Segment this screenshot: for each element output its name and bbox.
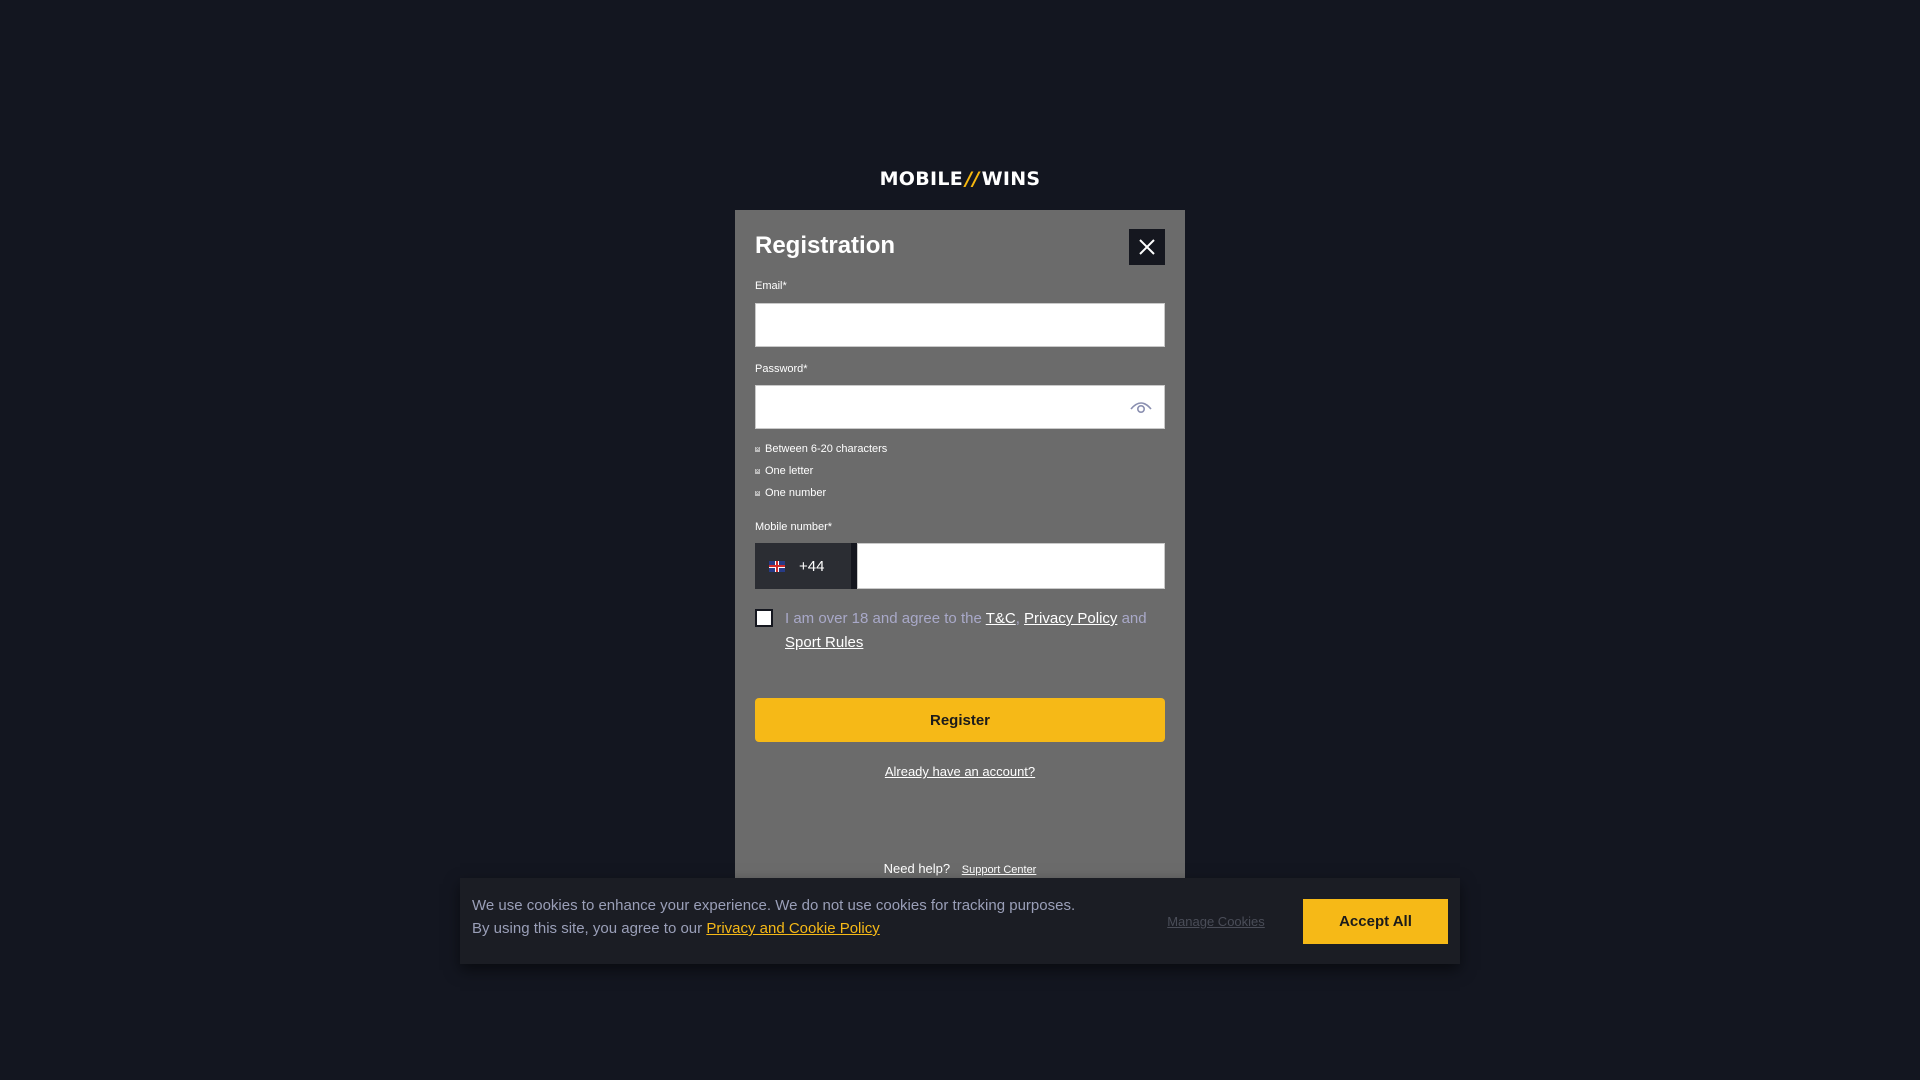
eye-icon	[1130, 402, 1152, 414]
country-code-selector[interactable]: +44	[755, 543, 857, 589]
login-link-row: Already have an account?	[735, 764, 1185, 779]
cookie-message: We use cookies to enhance your experienc…	[472, 897, 1076, 937]
cookie-banner: We use cookies to enhance your experienc…	[460, 878, 1460, 964]
tc-link[interactable]: T&C	[986, 610, 1016, 627]
password-rule: × One letter	[755, 465, 814, 477]
cookie-policy-link[interactable]: Privacy and Cookie Policy	[706, 920, 879, 937]
mobile-label: Mobile number*	[755, 521, 833, 533]
password-visibility-toggle[interactable]	[1128, 397, 1154, 417]
mobile-number-group: +44	[755, 543, 1165, 589]
close-icon	[1139, 239, 1155, 255]
accept-all-button[interactable]: Accept All	[1303, 899, 1448, 944]
password-label: Password*	[755, 363, 808, 375]
rule-bullet-icon: ×	[755, 467, 760, 475]
uk-flag-icon	[769, 560, 785, 572]
mobile-number-field[interactable]	[857, 543, 1165, 589]
password-rules: × Between 6-20 characters × One letter × On…	[755, 438, 887, 504]
rule-bullet-icon: ×	[755, 489, 760, 497]
email-field[interactable]	[755, 303, 1165, 347]
brand-logo: MOBILE//WINS	[0, 168, 1920, 190]
help-text: Need help?	[883, 861, 951, 876]
already-have-account-link[interactable]: Already have an account?	[885, 764, 1035, 779]
sport-rules-link[interactable]: Sport Rules	[785, 634, 863, 651]
dial-code: +44	[799, 557, 825, 575]
register-button[interactable]: Register	[755, 698, 1165, 742]
terms-checkbox[interactable]	[755, 609, 773, 627]
help-row: Need help? Support Center	[735, 861, 1185, 876]
terms-agreement: I am over 18 and agree to the T&C, Priva…	[755, 607, 1165, 655]
privacy-policy-link[interactable]: Privacy Policy	[1024, 610, 1117, 627]
password-rule: × One number	[755, 487, 827, 499]
support-center-link[interactable]: Support Center	[962, 864, 1037, 876]
logo-text-right: WINS	[981, 168, 1041, 190]
manage-cookies-link[interactable]: Manage Cookies	[1160, 914, 1272, 929]
email-label: Email*	[755, 280, 787, 292]
password-rule: × Between 6-20 characters	[755, 443, 888, 455]
terms-text: I am over 18 and agree to the T&C, Priva…	[785, 610, 1147, 651]
logo-mark: //	[965, 168, 980, 190]
password-field[interactable]	[755, 385, 1165, 429]
registration-modal: Registration Email* Password* × Between 6…	[735, 210, 1185, 878]
modal-title: Registration	[755, 232, 896, 259]
logo-text-left: MOBILE	[879, 168, 964, 190]
close-button[interactable]	[1129, 229, 1165, 265]
rule-bullet-icon: ×	[755, 445, 760, 453]
